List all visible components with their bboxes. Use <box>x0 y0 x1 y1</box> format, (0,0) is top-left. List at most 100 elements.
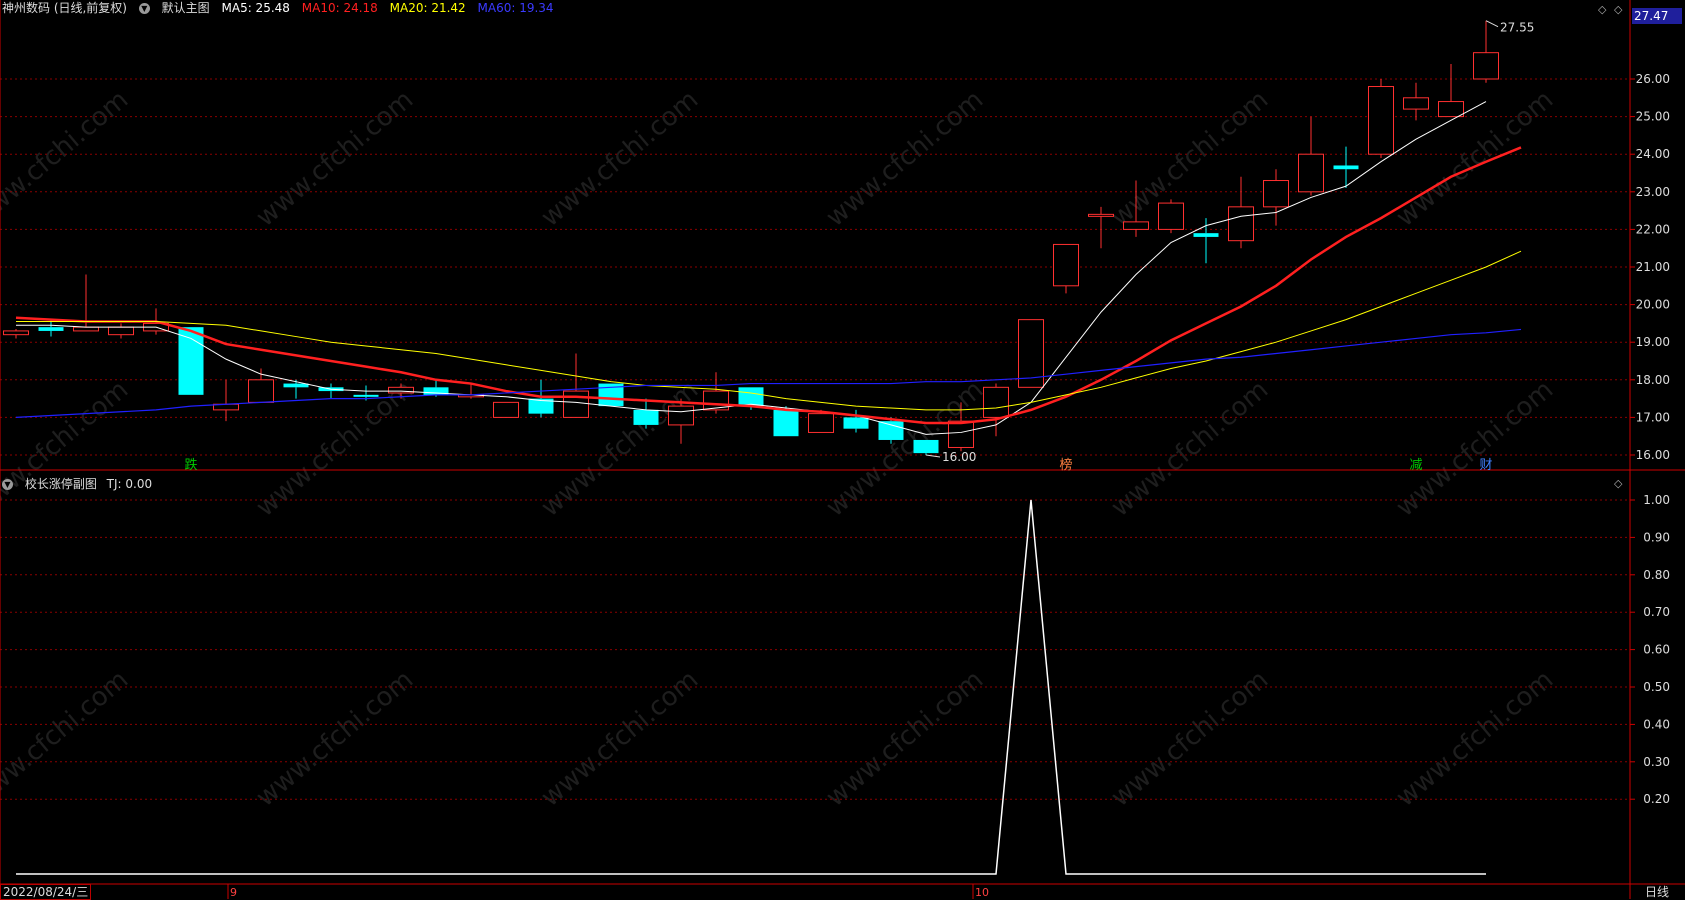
candle <box>178 327 204 395</box>
sub-chart-title[interactable]: 校长涨停副图 <box>25 477 97 491</box>
main-chart-label[interactable]: 默认主图 <box>162 1 210 15</box>
event-marker: 财 <box>1479 458 1492 473</box>
month-label: 10 <box>975 886 989 899</box>
candle <box>913 439 939 455</box>
sub-y-tick-label: 0.80 <box>1643 568 1670 582</box>
candle-body <box>3 330 29 336</box>
candle <box>1298 116 1324 196</box>
candle-body <box>913 439 939 454</box>
candle <box>1193 218 1219 264</box>
last-price-tag: 27.47 <box>1632 8 1682 24</box>
main-y-tick-label: 24.00 <box>1636 147 1670 161</box>
candle-body <box>353 394 379 397</box>
sub-y-tick-label: 0.50 <box>1643 680 1670 694</box>
candle-body <box>1473 52 1499 80</box>
candle-body <box>668 405 694 426</box>
event-marker: 跌 <box>184 457 197 473</box>
candle-body <box>388 386 414 394</box>
candle-body <box>1123 221 1149 230</box>
candle-body <box>248 379 274 403</box>
candle-body <box>1193 233 1219 237</box>
main-y-tick-label: 18.00 <box>1636 373 1670 387</box>
candle-body <box>1263 180 1289 208</box>
ma60-label: MA60: 19.34 <box>477 1 554 15</box>
sub-y-tick-label: 0.60 <box>1643 643 1670 657</box>
main-chart-header: 神州数码 (日线,前复权) ▼ 默认主图 MA5: 25.48 MA10: 24… <box>2 0 562 16</box>
main-y-tick-label: 21.00 <box>1636 260 1670 274</box>
sub-y-tick-label: 0.90 <box>1643 530 1670 544</box>
watermark-text: www.cfchi.com <box>1106 375 1275 523</box>
candle-body <box>1298 153 1324 193</box>
candle <box>248 368 274 403</box>
sub-y-tick-label: 0.70 <box>1643 605 1670 619</box>
candle <box>318 383 344 399</box>
ma-line-ma10 <box>15 146 1522 425</box>
stock-name[interactable]: 神州数码 (日线,前复权) <box>2 1 127 15</box>
sub-chart-header: ▼ 校长涨停副图 TJ: 0.00 <box>2 476 160 492</box>
watermark-text: www.cfchi.com <box>821 85 990 233</box>
candle-body <box>633 409 659 425</box>
candle-body <box>38 327 64 331</box>
watermark-text: www.cfchi.com <box>1391 375 1560 523</box>
candle-body <box>983 386 1009 418</box>
event-marker: 榜 <box>1059 457 1072 473</box>
watermark-text: www.cfchi.com <box>536 85 705 233</box>
cursor-date: 2022/08/24/三 <box>0 884 92 900</box>
main-y-tick-label: 17.00 <box>1636 410 1670 424</box>
ma5-label: MA5: 25.48 <box>221 1 290 15</box>
watermark-layer: www.cfchi.com www.cfchi.com www.cfchi.com w… <box>0 85 1559 813</box>
candle <box>423 379 449 397</box>
candle-body <box>1438 101 1464 118</box>
candles-layer <box>3 20 1499 455</box>
candle-body <box>843 417 869 429</box>
candle-body <box>1158 202 1184 230</box>
main-y-tick-label: 19.00 <box>1636 335 1670 349</box>
sub-expand-diamond-icon[interactable]: ◇ <box>1614 477 1622 490</box>
candle <box>528 379 554 418</box>
candle <box>1228 176 1254 249</box>
main-y-tick-label: 22.00 <box>1636 222 1670 236</box>
candle <box>1403 82 1429 121</box>
period-label[interactable]: 日线 <box>1645 883 1669 900</box>
candle-body <box>108 326 134 336</box>
watermark-text: www.cfchi.com <box>251 85 420 233</box>
candle-body <box>1053 243 1079 287</box>
candle <box>493 401 519 418</box>
high-price-label: 27.55 <box>1500 21 1534 35</box>
candle-body <box>738 387 764 407</box>
candle-body <box>808 413 834 433</box>
chart-settings-icon[interactable]: ▼ <box>138 3 150 14</box>
sub-chart-settings-icon[interactable]: ▼ <box>2 479 13 490</box>
candle-body <box>283 383 309 388</box>
candle-body <box>878 421 904 440</box>
main-y-tick-label: 20.00 <box>1636 298 1670 312</box>
sub-y-tick-label: 0.20 <box>1643 792 1670 806</box>
candle <box>1053 243 1079 294</box>
candle <box>213 379 239 422</box>
ma20-label: MA20: 21.42 <box>389 1 466 15</box>
candle <box>1473 20 1499 83</box>
chart-canvas[interactable]: www.cfchi.com www.cfchi.com www.cfchi.com w… <box>0 0 1685 899</box>
candle <box>1438 63 1464 118</box>
sub-y-tick-label: 0.40 <box>1643 717 1670 731</box>
candle-body <box>1333 165 1359 170</box>
candle-body <box>563 390 589 418</box>
candle <box>1158 199 1184 234</box>
expand-diamond-icon[interactable]: ◇ <box>1614 3 1622 16</box>
ma-line-ma5 <box>16 101 1487 435</box>
candle-body <box>73 326 99 332</box>
zoom-diamond-icon[interactable]: ◇ <box>1598 3 1606 16</box>
candle-body <box>493 401 519 418</box>
candle <box>38 319 64 337</box>
month-label: 9 <box>230 886 237 899</box>
main-y-tick-label: 16.00 <box>1636 448 1670 462</box>
candle-body <box>178 327 204 395</box>
watermark-text: www.cfchi.com <box>0 375 134 523</box>
candle <box>983 383 1009 437</box>
candle <box>1368 79 1394 158</box>
candle-body <box>1368 86 1394 155</box>
ma10-label: MA10: 24.18 <box>301 1 378 15</box>
candle <box>108 323 134 339</box>
candle-body <box>948 420 974 448</box>
candle <box>843 409 869 433</box>
